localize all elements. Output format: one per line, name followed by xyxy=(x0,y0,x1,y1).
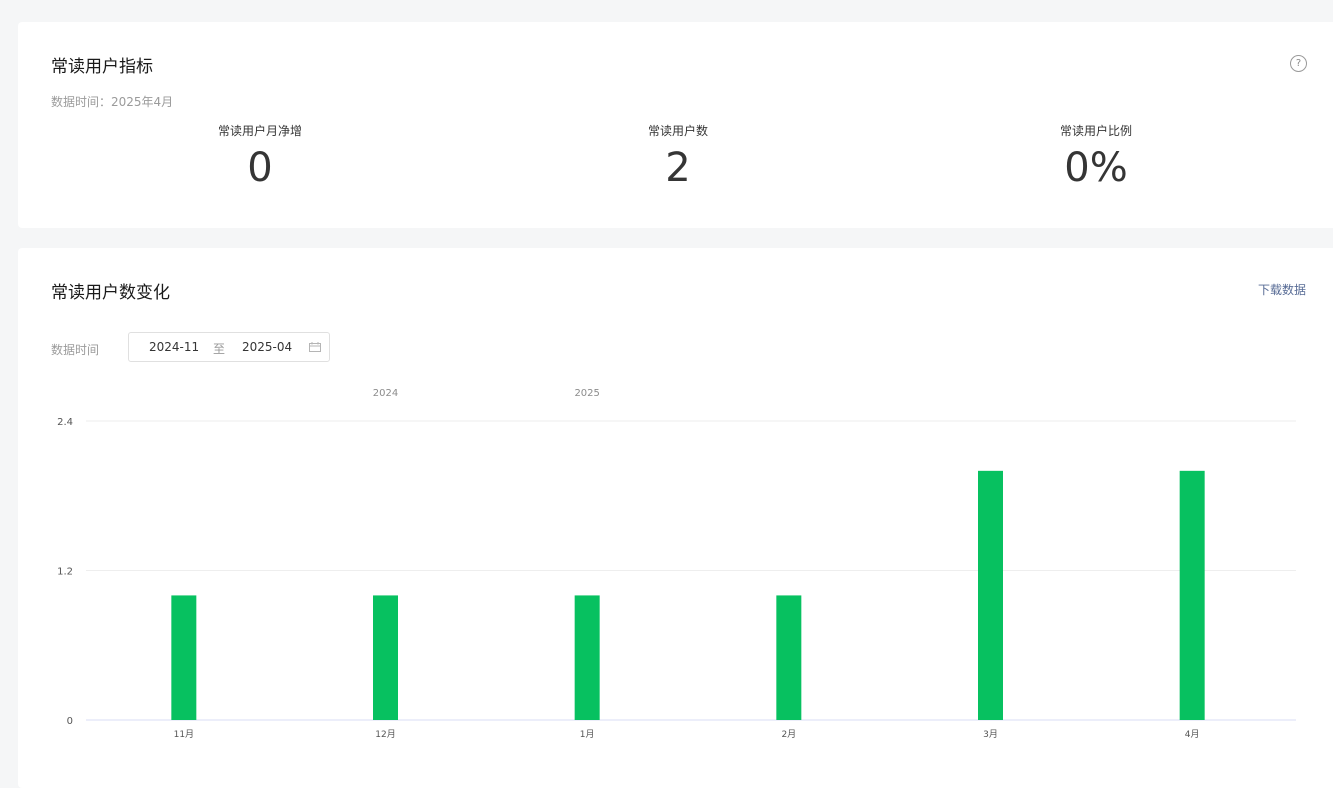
x-tick-label: 11月 xyxy=(174,729,194,740)
bar xyxy=(171,595,197,720)
x-tick-label: 4月 xyxy=(1185,729,1200,740)
x-tick-label: 1月 xyxy=(580,729,595,740)
bar xyxy=(776,595,802,720)
y-tick-label: 0 xyxy=(67,716,73,727)
bar xyxy=(373,595,398,720)
user-count-bar-chart: 0 1.2 2.4 11月 12月 1月 2月 3月 4月 2024 2025 xyxy=(57,388,1296,740)
x-tick-label: 2月 xyxy=(781,729,796,740)
year-label: 2024 xyxy=(373,388,398,399)
y-tick-label: 2.4 xyxy=(57,417,73,428)
y-tick-label: 1.2 xyxy=(57,567,73,578)
x-tick-label: 12月 xyxy=(375,729,395,740)
bar xyxy=(574,595,600,720)
bar xyxy=(978,470,1003,720)
year-label: 2025 xyxy=(574,388,599,399)
x-tick-label: 3月 xyxy=(983,729,998,740)
bar xyxy=(1179,470,1205,720)
